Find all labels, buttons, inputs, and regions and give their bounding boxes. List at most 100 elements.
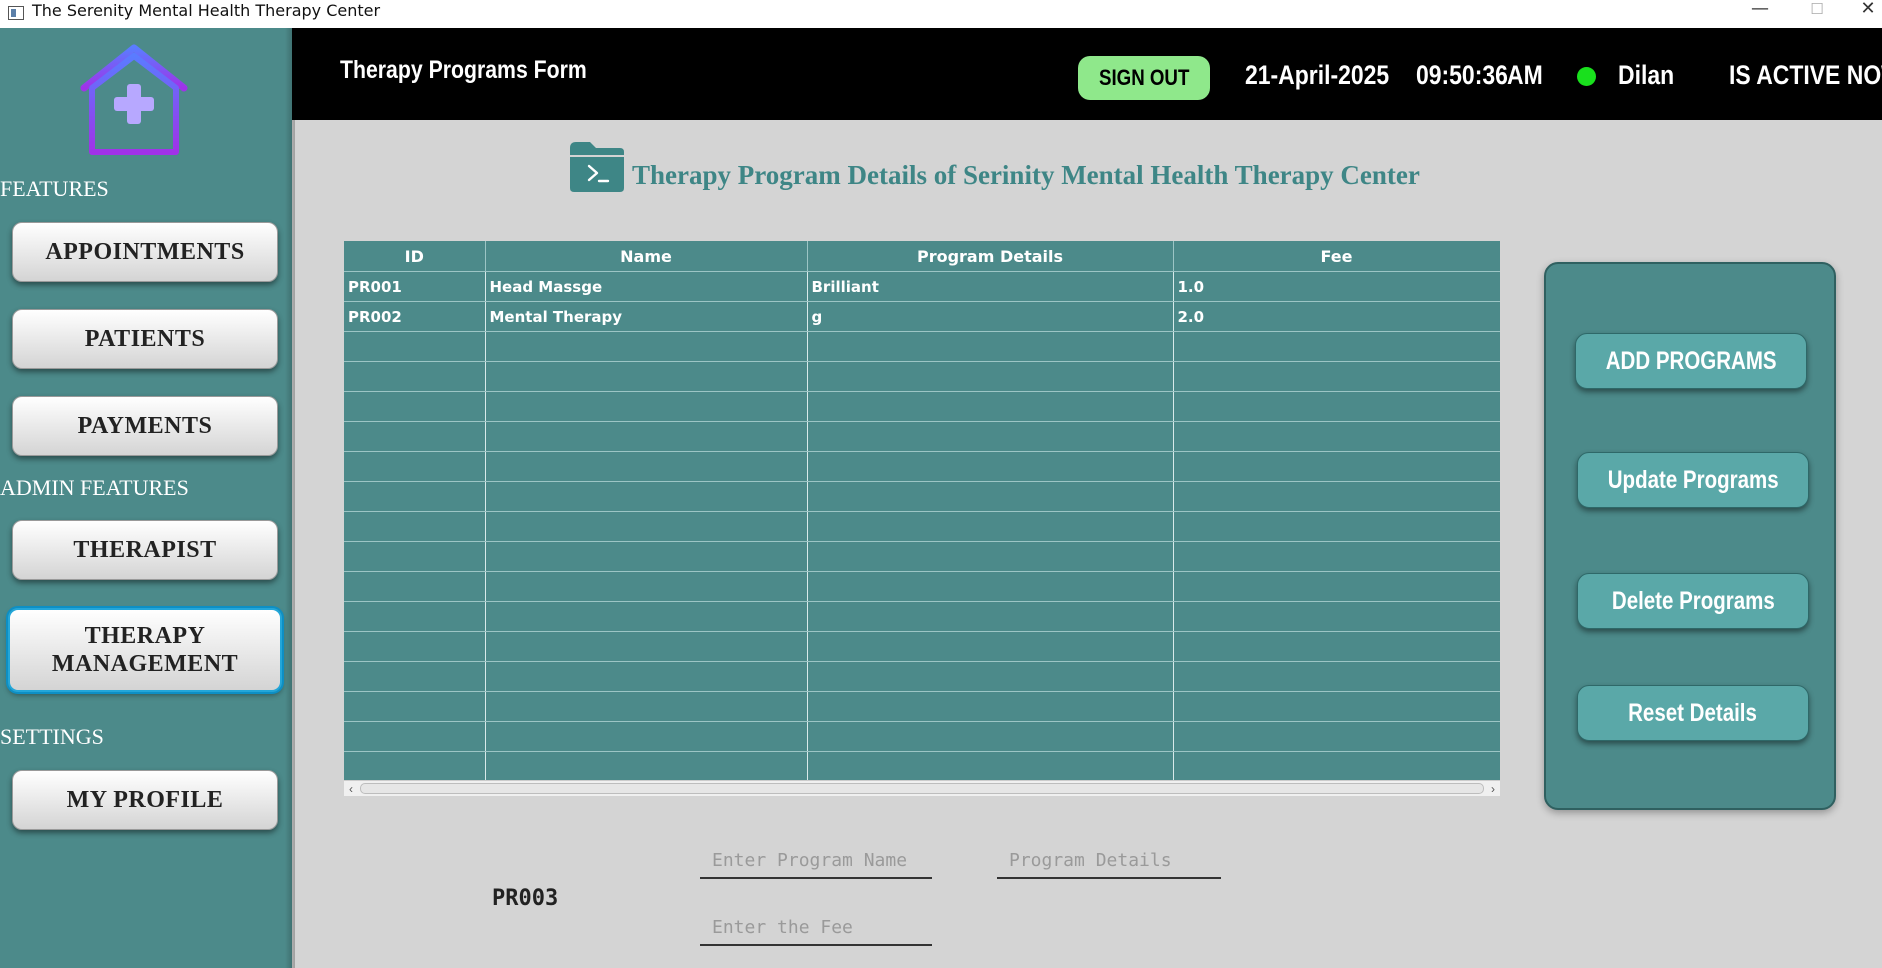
- table-cell[interactable]: [485, 541, 808, 572]
- table-cell[interactable]: [1173, 571, 1500, 602]
- table-cell[interactable]: PR001: [344, 271, 486, 302]
- nav-payments-button[interactable]: PAYMENTS: [12, 396, 278, 456]
- table-row[interactable]: [344, 661, 1500, 692]
- table-cell[interactable]: [807, 331, 1174, 362]
- table-cell[interactable]: [807, 631, 1174, 662]
- table-cell[interactable]: [1173, 691, 1500, 722]
- program-details-input[interactable]: [997, 843, 1221, 879]
- nav-therapy-management-button[interactable]: THERAPY MANAGEMENT: [8, 608, 282, 692]
- column-header-id[interactable]: ID: [344, 241, 486, 272]
- table-cell[interactable]: [485, 361, 808, 392]
- table-cell[interactable]: [1173, 541, 1500, 572]
- reset-details-button[interactable]: Reset Details: [1577, 685, 1809, 741]
- table-cell[interactable]: PR002: [344, 301, 486, 332]
- table-cell[interactable]: [344, 481, 486, 512]
- table-cell[interactable]: [344, 451, 486, 482]
- table-cell[interactable]: [344, 421, 486, 452]
- scrollbar-thumb[interactable]: [360, 783, 1484, 794]
- table-row[interactable]: [344, 361, 1500, 392]
- table-cell[interactable]: [1173, 481, 1500, 512]
- minimize-icon[interactable]: —: [1740, 0, 1780, 20]
- maximize-icon[interactable]: ☐: [1797, 0, 1837, 20]
- update-programs-button[interactable]: Update Programs: [1577, 452, 1809, 508]
- column-header-fee[interactable]: Fee: [1173, 241, 1500, 272]
- table-row[interactable]: [344, 391, 1500, 422]
- close-icon[interactable]: ✕: [1848, 0, 1882, 20]
- table-cell[interactable]: [344, 571, 486, 602]
- scroll-left-icon[interactable]: ‹: [344, 781, 358, 797]
- program-name-input[interactable]: [700, 843, 932, 879]
- table-cell[interactable]: [485, 391, 808, 422]
- table-cell[interactable]: [807, 721, 1174, 752]
- table-cell[interactable]: [485, 751, 808, 782]
- table-row[interactable]: PR001 Head Massge Brilliant 1.0: [344, 271, 1500, 302]
- table-cell[interactable]: [807, 751, 1174, 782]
- nav-therapist-button[interactable]: THERAPIST: [12, 520, 278, 580]
- nav-appointments-button[interactable]: APPOINTMENTS: [12, 222, 278, 282]
- table-row[interactable]: [344, 571, 1500, 602]
- table-cell[interactable]: [1173, 631, 1500, 662]
- table-cell[interactable]: [344, 721, 486, 752]
- table-cell[interactable]: [485, 661, 808, 692]
- table-cell[interactable]: [485, 721, 808, 752]
- table-cell[interactable]: [1173, 421, 1500, 452]
- table-row[interactable]: [344, 451, 1500, 482]
- programs-table[interactable]: ID Name Program Details Fee PR001 Head Ma…: [344, 241, 1500, 795]
- table-cell[interactable]: [1173, 361, 1500, 392]
- table-cell[interactable]: [807, 421, 1174, 452]
- nav-patients-button[interactable]: PATIENTS: [12, 309, 278, 369]
- nav-my-profile-button[interactable]: MY PROFILE: [12, 770, 278, 830]
- sign-out-button[interactable]: SIGN OUT: [1078, 56, 1210, 100]
- table-cell[interactable]: [1173, 511, 1500, 542]
- table-cell[interactable]: [485, 331, 808, 362]
- table-cell[interactable]: [807, 571, 1174, 602]
- table-cell[interactable]: [1173, 331, 1500, 362]
- scroll-right-icon[interactable]: ›: [1486, 781, 1500, 797]
- table-cell[interactable]: [344, 331, 486, 362]
- table-cell[interactable]: [344, 601, 486, 632]
- table-cell[interactable]: [1173, 661, 1500, 692]
- table-row[interactable]: [344, 421, 1500, 452]
- table-cell[interactable]: [485, 481, 808, 512]
- table-cell[interactable]: [344, 691, 486, 722]
- table-cell[interactable]: [807, 661, 1174, 692]
- table-cell[interactable]: [1173, 601, 1500, 632]
- fee-input[interactable]: [700, 910, 932, 946]
- table-cell[interactable]: [485, 421, 808, 452]
- table-cell[interactable]: [807, 361, 1174, 392]
- table-cell[interactable]: [344, 631, 486, 662]
- table-cell[interactable]: [485, 691, 808, 722]
- table-cell[interactable]: [344, 391, 486, 422]
- table-cell[interactable]: 2.0: [1173, 301, 1500, 332]
- table-row[interactable]: [344, 601, 1500, 632]
- table-cell[interactable]: [807, 481, 1174, 512]
- table-row[interactable]: [344, 691, 1500, 722]
- table-cell[interactable]: 1.0: [1173, 271, 1500, 302]
- table-row[interactable]: [344, 481, 1500, 512]
- table-cell[interactable]: [485, 631, 808, 662]
- table-cell[interactable]: [344, 661, 486, 692]
- table-cell[interactable]: [807, 391, 1174, 422]
- table-cell[interactable]: [1173, 391, 1500, 422]
- table-cell[interactable]: [485, 601, 808, 632]
- table-cell[interactable]: [807, 601, 1174, 632]
- column-header-program-details[interactable]: Program Details: [807, 241, 1174, 272]
- table-cell[interactable]: [1173, 451, 1500, 482]
- table-cell[interactable]: [1173, 721, 1500, 752]
- table-cell[interactable]: [344, 751, 486, 782]
- table-cell[interactable]: [485, 571, 808, 602]
- add-programs-button[interactable]: ADD PROGRAMS: [1575, 333, 1807, 389]
- table-cell[interactable]: Mental Therapy: [485, 301, 808, 332]
- table-cell[interactable]: [344, 541, 486, 572]
- table-horizontal-scrollbar[interactable]: ‹ ›: [344, 780, 1500, 796]
- table-row[interactable]: [344, 511, 1500, 542]
- table-cell[interactable]: [485, 451, 808, 482]
- table-cell[interactable]: Head Massge: [485, 271, 808, 302]
- table-cell[interactable]: [807, 511, 1174, 542]
- table-cell[interactable]: [344, 511, 486, 542]
- table-cell[interactable]: [807, 451, 1174, 482]
- table-cell[interactable]: [485, 511, 808, 542]
- table-cell[interactable]: Brilliant: [807, 271, 1174, 302]
- table-row[interactable]: [344, 331, 1500, 362]
- delete-programs-button[interactable]: Delete Programs: [1577, 573, 1809, 629]
